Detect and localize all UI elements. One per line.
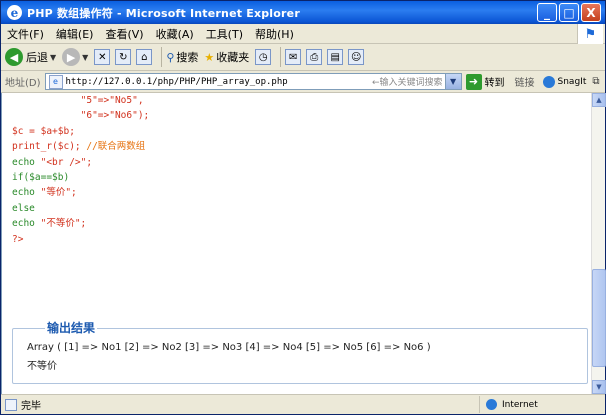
menu-tools[interactable]: 工具(T) [206, 26, 243, 42]
go-label: 转到 [484, 78, 505, 89]
snagit-label: SnagIt [557, 76, 587, 87]
status-text: 完毕 [21, 401, 41, 412]
window-title: PHP 数组操作符 - Microsoft Internet Explorer [27, 6, 300, 20]
mail-button[interactable]: ✉ [285, 49, 302, 65]
forward-button[interactable]: ▶ ▼ [62, 48, 88, 66]
back-label: 后退 [26, 51, 48, 64]
code-line: if($a==$b) [12, 170, 149, 185]
toolbar-separator [161, 47, 163, 67]
address-dropdown-button[interactable]: ▼ [444, 74, 461, 89]
code-line: echo "等价"; [12, 185, 149, 200]
toolbar: ◀ 后退 ▼ ▶ ▼ ✕ ↻ ⌂ ⚲ 搜索 ★ 收藏夹 ◷ ✉ ⎙ ▤ ☺ [1, 44, 605, 71]
browser-window: e PHP 数组操作符 - Microsoft Internet Explore… [0, 0, 606, 415]
status-bar: 完毕 Internet [1, 394, 605, 414]
go-button[interactable]: ➜ 转到 [465, 73, 505, 90]
home-button[interactable]: ⌂ [136, 49, 153, 65]
links-button[interactable]: 链接 [515, 74, 535, 89]
code-token: if($a==$b) [12, 172, 70, 184]
snagit-button[interactable]: SnagIt [542, 75, 587, 88]
chevron-down-icon: ▼ [50, 52, 57, 62]
page-done-icon [5, 398, 17, 411]
stop-button[interactable]: ✕ [94, 49, 111, 65]
favorites-label: 收藏夹 [216, 51, 250, 64]
go-arrow-icon: ➜ [465, 73, 482, 90]
address-input[interactable]: e http://127.0.0.1/php/PHP/PHP_array_op.… [44, 73, 462, 90]
code-token: "等价"; [40, 187, 77, 199]
chevron-down-icon: ▼ [82, 52, 89, 62]
code-line: "6"=>"No6"); [12, 108, 150, 123]
code-token: ?> [12, 233, 24, 245]
snagit-icon [542, 75, 555, 88]
maximize-button[interactable]: □ [559, 3, 579, 22]
code-line: print_r($c); //联合两数组 [12, 139, 149, 154]
output-result-line: 不等价 [27, 361, 57, 372]
code-token: $c = $a+$b; [12, 125, 75, 137]
code-line: else [12, 201, 149, 216]
back-button[interactable]: ◀ 后退 ▼ [5, 48, 56, 66]
toolbar-separator [280, 47, 282, 67]
star-icon: ★ [204, 50, 215, 64]
security-zone: Internet [479, 396, 603, 413]
code-token: echo [12, 218, 41, 230]
favorites-button[interactable]: ★ 收藏夹 [204, 49, 249, 65]
menu-edit[interactable]: 编辑(E) [56, 26, 94, 42]
messenger-button[interactable]: ☺ [348, 49, 365, 65]
address-search-hint: ←输入关键词搜索 [371, 78, 443, 88]
address-bar: 地址(D) e http://127.0.0.1/php/PHP/PHP_arr… [1, 71, 605, 93]
zone-label: Internet [502, 399, 538, 410]
output-array-line: Array ( [1] => No1 [2] => No2 [3] => No3… [27, 342, 431, 353]
output-box: 输出结果 Array ( [1] => No1 [2] => No2 [3] =… [12, 319, 588, 384]
edit-button[interactable]: ▤ [327, 49, 344, 65]
search-label: 搜索 [176, 51, 199, 64]
minimize-button[interactable]: _ [537, 3, 557, 22]
globe-icon [486, 399, 497, 410]
windows-flag-icon: ⚑ [577, 24, 603, 44]
code-token: "5"=>"No5", [80, 95, 144, 106]
menu-view[interactable]: 查看(V) [105, 26, 143, 42]
refresh-button[interactable]: ↻ [115, 49, 132, 65]
code-token: "<br />"; [40, 156, 93, 168]
vertical-scrollbar[interactable]: ▲ ▼ [591, 93, 606, 394]
address-url: http://127.0.0.1/php/PHP/PHP_array_op.ph… [65, 76, 288, 87]
print-button[interactable]: ⎙ [306, 49, 323, 65]
scrollbar-thumb[interactable] [592, 269, 606, 367]
search-button[interactable]: ⚲ 搜索 [166, 49, 198, 65]
source-code-block: "5"=>"No5", "6"=>"No6"); $c = $a+$b; print… [12, 93, 149, 247]
menu-file[interactable]: 文件(F) [7, 26, 44, 42]
code-token: "不等价"; [40, 218, 87, 230]
output-title: 输出结果 [45, 319, 98, 336]
scroll-up-button[interactable]: ▲ [592, 93, 606, 107]
menu-help[interactable]: 帮助(H) [255, 26, 294, 42]
ie-logo-icon: e [7, 5, 22, 20]
code-token: //联合两数组 [86, 141, 146, 153]
window-controls: _ □ X [537, 3, 601, 22]
code-token: echo [12, 156, 41, 168]
search-icon: ⚲ [166, 50, 175, 64]
snagit-window-icon[interactable]: ⧉ [592, 76, 599, 87]
back-arrow-icon: ◀ [5, 48, 23, 66]
scroll-down-button[interactable]: ▼ [592, 380, 606, 394]
address-label: 地址(D) [5, 78, 41, 89]
code-line: ?> [12, 232, 149, 247]
page-icon: e [48, 74, 63, 89]
code-token: else [12, 202, 35, 214]
code-line: $c = $a+$b; [12, 124, 149, 139]
code-token: "6"=>"No6"); [80, 110, 150, 122]
code-token: print_r($c); [12, 141, 87, 153]
close-button[interactable]: X [581, 3, 601, 22]
title-bar[interactable]: e PHP 数组操作符 - Microsoft Internet Explore… [1, 1, 605, 24]
code-line: echo "<br />"; [12, 155, 149, 170]
history-button[interactable]: ◷ [255, 49, 272, 65]
menu-favorites[interactable]: 收藏(A) [156, 26, 194, 42]
menu-bar: 文件(F) 编辑(E) 查看(V) 收藏(A) 工具(T) 帮助(H) ⚑ [1, 24, 605, 44]
code-line: echo "不等价"; [12, 216, 149, 231]
forward-arrow-icon: ▶ [62, 48, 81, 66]
page-content: "5"=>"No5", "6"=>"No6"); $c = $a+$b; print… [1, 93, 591, 394]
code-token: echo [12, 187, 41, 199]
code-line: "5"=>"No5", [12, 93, 149, 108]
